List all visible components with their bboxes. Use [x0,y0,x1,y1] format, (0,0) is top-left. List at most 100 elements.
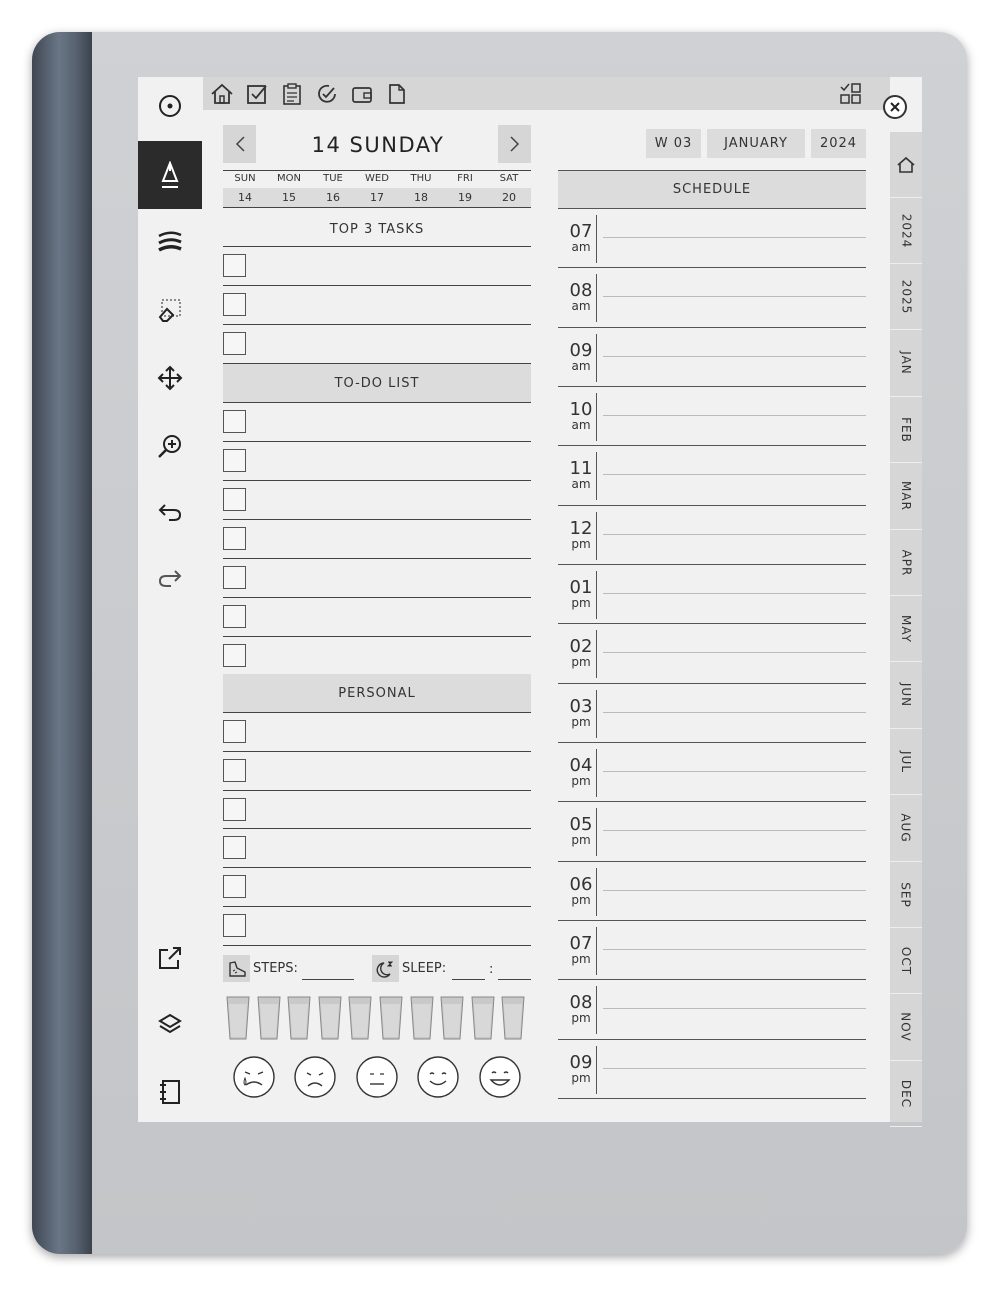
grid-layout-icon[interactable] [836,77,866,110]
side-tab[interactable]: FEB [890,397,922,464]
checkbox-icon[interactable] [242,77,272,110]
habit-icon[interactable] [312,77,342,110]
hour-line[interactable] [558,445,866,447]
side-tab[interactable]: OCT [890,928,922,995]
side-tab[interactable]: AUG [890,796,922,862]
half-hour-line[interactable] [603,474,866,476]
task-checkbox[interactable] [223,836,246,860]
water-cup-icon[interactable] [471,996,495,1040]
task-checkbox[interactable] [223,488,246,511]
hour-line[interactable] [558,682,866,684]
hour-line[interactable] [558,267,866,269]
side-tab[interactable]: 2024 [890,198,922,264]
water-cup-icon[interactable] [318,996,342,1040]
half-hour-line[interactable] [603,1067,866,1069]
task-checkbox[interactable] [223,332,246,355]
week-number-button[interactable]: W 03 [646,129,701,158]
task-line[interactable] [223,867,531,869]
task-checkbox[interactable] [223,566,246,589]
sleep-minutes-line[interactable] [498,979,531,980]
half-hour-line[interactable] [603,711,866,713]
week-day-date[interactable]: 20 [487,191,531,204]
hour-line[interactable] [558,919,866,921]
water-cup-icon[interactable] [440,996,464,1040]
hour-line[interactable] [558,741,866,743]
half-hour-line[interactable] [603,355,866,357]
task-line[interactable] [223,558,531,559]
task-line[interactable] [223,636,531,637]
task-checkbox[interactable] [223,758,246,782]
water-cup-icon[interactable] [379,996,403,1040]
task-checkbox[interactable] [223,644,246,667]
close-icon[interactable] [883,95,907,119]
side-tab[interactable]: JUN [890,663,922,729]
share-icon[interactable] [138,929,202,987]
happy-face-icon[interactable] [478,1056,521,1098]
week-day-date[interactable]: 18 [399,191,443,204]
task-checkbox[interactable] [223,875,246,899]
hour-line[interactable] [558,801,866,803]
hour-line[interactable] [558,563,866,565]
task-checkbox[interactable] [223,449,246,472]
hour-line[interactable] [558,860,866,862]
water-cup-icon[interactable] [348,996,372,1040]
half-hour-line[interactable] [603,770,866,772]
zoom-icon[interactable] [138,417,202,475]
hour-line[interactable] [558,326,866,328]
side-tab[interactable]: JUL [890,729,922,796]
task-line[interactable] [223,789,531,791]
water-cup-icon[interactable] [287,996,311,1040]
task-checkbox[interactable] [223,254,246,277]
task-checkbox[interactable] [223,797,246,821]
task-line[interactable] [223,906,531,907]
clipboard-icon[interactable] [277,77,307,110]
half-hour-line[interactable] [603,237,866,238]
pen-icon[interactable] [138,141,202,209]
half-hour-line[interactable] [603,889,866,891]
hour-line[interactable] [558,1038,866,1040]
water-cup-icon[interactable] [501,996,525,1040]
water-cup-icon[interactable] [257,996,281,1040]
side-tab[interactable]: APR [890,530,922,596]
stroke-width-icon[interactable] [138,213,202,271]
home-icon[interactable] [207,77,237,110]
task-line[interactable] [223,324,531,325]
side-tab[interactable]: SEP [890,862,922,928]
half-hour-line[interactable] [603,296,866,298]
content-face-icon[interactable] [417,1056,459,1098]
wallet-icon[interactable] [347,77,377,110]
week-day-date[interactable]: 16 [311,191,355,204]
water-cup-icon[interactable] [410,996,434,1040]
half-hour-line[interactable] [603,592,866,594]
task-checkbox[interactable] [223,914,246,937]
week-day-date[interactable]: 15 [267,191,311,204]
prev-day-button[interactable] [223,125,256,163]
eraser-icon[interactable] [138,281,202,339]
undo-icon[interactable] [138,483,202,541]
hour-line[interactable] [558,385,866,387]
half-hour-line[interactable] [603,652,866,654]
task-line[interactable] [223,944,531,946]
year-button[interactable]: 2024 [811,129,866,158]
hour-line[interactable] [558,623,866,625]
task-line[interactable] [223,750,531,752]
side-tab[interactable]: 2025 [890,264,922,331]
sleep-hours-line[interactable] [452,979,485,980]
task-line[interactable] [223,480,531,481]
task-line[interactable] [223,597,531,598]
menu-circle-icon[interactable] [138,77,202,135]
move-icon[interactable] [138,349,202,407]
side-tab[interactable]: NOV [890,995,922,1061]
side-tab[interactable]: MAY [890,596,922,663]
tab-home-icon[interactable] [890,132,922,198]
half-hour-line[interactable] [603,830,866,832]
week-day-date[interactable]: 14 [223,191,267,204]
document-icon[interactable] [382,77,412,110]
task-checkbox[interactable] [223,410,246,433]
layers-icon[interactable] [138,995,202,1053]
half-hour-line[interactable] [603,414,866,416]
notebook-icon[interactable] [138,1063,202,1121]
hour-line[interactable] [558,979,866,981]
neutral-face-icon[interactable] [356,1056,398,1098]
side-tab[interactable]: MAR [890,464,922,530]
